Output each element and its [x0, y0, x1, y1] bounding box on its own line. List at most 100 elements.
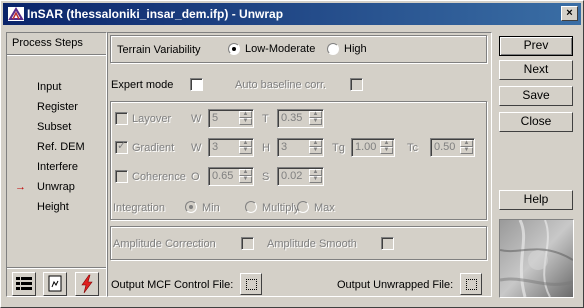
- spin-up-icon[interactable]: ▲: [309, 169, 322, 176]
- spin-down-icon[interactable]: ▼: [309, 176, 322, 183]
- step-register[interactable]: Register: [37, 99, 78, 115]
- amplitude-smooth-checkbox[interactable]: [381, 237, 394, 250]
- amplitude-smooth-label: Amplitude Smooth: [267, 238, 357, 250]
- layover-w-label: W: [191, 113, 202, 125]
- file-select-icon: [246, 279, 257, 290]
- step-interfere[interactable]: Interfere: [37, 159, 78, 175]
- output-unwrapped-file-button[interactable]: [460, 273, 482, 295]
- document-view-button[interactable]: [43, 272, 67, 296]
- terrain-variability-label: Terrain Variability: [117, 44, 201, 56]
- integration-label: Integration: [113, 202, 165, 214]
- spin-down-icon[interactable]: ▼: [239, 118, 252, 125]
- integration-min-radio[interactable]: [185, 201, 197, 213]
- integration-min-label[interactable]: Min: [202, 201, 220, 215]
- gradient-h-value: 3: [281, 141, 288, 153]
- layover-t-label: T: [262, 113, 269, 125]
- coherence-checkbox[interactable]: [115, 170, 128, 183]
- integration-multiply-label[interactable]: Multiply: [262, 201, 299, 215]
- amplitude-correction-label: Amplitude Correction: [113, 238, 216, 250]
- spin-up-icon[interactable]: ▲: [309, 111, 322, 118]
- step-ref-dem[interactable]: Ref. DEM: [37, 139, 85, 155]
- process-steps-panel: Process Steps Input Register Subset Ref.…: [6, 32, 107, 297]
- process-steps-title: Process Steps: [12, 37, 83, 49]
- spin-down-icon[interactable]: ▼: [239, 147, 252, 154]
- coherence-o-label: O: [191, 171, 200, 183]
- close-icon[interactable]: ×: [561, 6, 578, 21]
- step-height[interactable]: Height: [37, 199, 69, 215]
- coherence-o-value: 0.65: [212, 170, 234, 182]
- amplitude-group: Amplitude Correction Amplitude Smooth: [110, 226, 487, 260]
- spin-up-icon[interactable]: ▲: [309, 140, 322, 147]
- step-subset[interactable]: Subset: [37, 119, 71, 135]
- gradient-tc-label: Tc: [407, 142, 418, 154]
- save-button[interactable]: Save: [499, 86, 573, 106]
- terrain-high-radio[interactable]: [327, 43, 339, 55]
- gradient-checkbox[interactable]: ✓: [115, 140, 128, 154]
- layover-w-spinner[interactable]: 5 ▲ ▼: [208, 109, 254, 128]
- integration-max-radio[interactable]: [297, 201, 309, 213]
- terrain-low-moderate-radio[interactable]: [228, 43, 240, 55]
- lightning-icon: [81, 274, 93, 294]
- gradient-w-label: W: [191, 142, 202, 154]
- gradient-h-spinner[interactable]: 3 ▲ ▼: [277, 138, 324, 157]
- layover-checkbox[interactable]: [115, 112, 128, 125]
- preview-image: [500, 220, 573, 297]
- spin-up-icon[interactable]: ▲: [239, 140, 252, 147]
- checkmark-icon: ✓: [117, 140, 127, 152]
- spin-down-icon[interactable]: ▼: [239, 176, 252, 183]
- run-button[interactable]: [75, 272, 99, 296]
- spin-down-icon[interactable]: ▼: [380, 147, 393, 154]
- process-steps-header: Process Steps: [7, 33, 106, 55]
- gradient-tg-spinner[interactable]: 1.00 ▲ ▼: [351, 138, 395, 157]
- coherence-label: Coherence: [132, 171, 186, 183]
- spin-up-icon[interactable]: ▲: [239, 169, 252, 176]
- prev-button[interactable]: Prev: [499, 36, 573, 56]
- current-step-arrow-icon: →: [15, 181, 26, 193]
- file-select-icon: [466, 279, 477, 290]
- document-icon: [48, 275, 62, 292]
- layover-t-spinner[interactable]: 0.35 ▲ ▼: [277, 109, 324, 128]
- spin-down-icon[interactable]: ▼: [309, 118, 322, 125]
- expert-mode-checkbox[interactable]: [190, 78, 203, 91]
- gradient-tg-label: Tg: [332, 142, 345, 154]
- insar-unwrap-window: InSAR (thessaloniki_insar_dem.ifp) - Unw…: [0, 0, 584, 308]
- coherence-s-label: S: [262, 171, 270, 183]
- steps-toolbar: [7, 267, 106, 297]
- gradient-w-spinner[interactable]: 3 ▲ ▼: [208, 138, 254, 157]
- list-view-button[interactable]: [12, 272, 36, 296]
- spin-up-icon[interactable]: ▲: [239, 111, 252, 118]
- spin-up-icon[interactable]: ▲: [380, 140, 393, 147]
- coherence-s-spinner[interactable]: 0.02 ▲ ▼: [277, 167, 324, 186]
- integration-multiply-radio[interactable]: [245, 201, 257, 213]
- title-bar[interactable]: InSAR (thessaloniki_insar_dem.ifp) - Unw…: [3, 3, 581, 25]
- coherence-o-spinner[interactable]: 0.65 ▲ ▼: [208, 167, 254, 186]
- next-button[interactable]: Next: [499, 60, 573, 80]
- spin-down-icon[interactable]: ▼: [460, 147, 473, 154]
- output-mcf-label: Output MCF Control File:: [111, 279, 234, 291]
- spin-down-icon[interactable]: ▼: [309, 147, 322, 154]
- auto-baseline-checkbox[interactable]: [350, 78, 363, 91]
- integration-max-label[interactable]: Max: [314, 201, 335, 215]
- output-mcf-file-button[interactable]: [240, 273, 262, 295]
- window-title: InSAR (thessaloniki_insar_dem.ifp) - Unw…: [27, 7, 284, 21]
- gradient-tc-value: 0.50: [434, 141, 456, 153]
- close-button[interactable]: Close: [499, 112, 573, 132]
- step-input[interactable]: Input: [37, 79, 61, 95]
- gradient-h-label: H: [262, 142, 270, 154]
- help-button[interactable]: Help: [499, 190, 573, 210]
- layover-label: Layover: [132, 113, 172, 125]
- filters-group: Layover W 5 ▲ ▼ T 0.35 ▲ ▼ ✓ Gradient W 3 …: [110, 101, 487, 220]
- terrain-low-moderate-label[interactable]: Low-Moderate: [245, 42, 315, 56]
- terrain-high-label[interactable]: High: [344, 42, 367, 56]
- gradient-tg-value: 1.00: [355, 141, 377, 153]
- app-icon: [8, 7, 24, 21]
- layover-t-value: 0.35: [281, 112, 303, 124]
- step-unwrap[interactable]: Unwrap: [37, 179, 75, 195]
- auto-baseline-label: Auto baseline corr.: [235, 79, 327, 91]
- layover-w-value: 5: [212, 112, 219, 124]
- output-unwrapped-label: Output Unwrapped File:: [337, 279, 454, 291]
- amplitude-correction-checkbox[interactable]: [241, 237, 254, 250]
- spin-up-icon[interactable]: ▲: [460, 140, 473, 147]
- gradient-w-value: 3: [212, 141, 219, 153]
- gradient-tc-spinner[interactable]: 0.50 ▲ ▼: [430, 138, 475, 157]
